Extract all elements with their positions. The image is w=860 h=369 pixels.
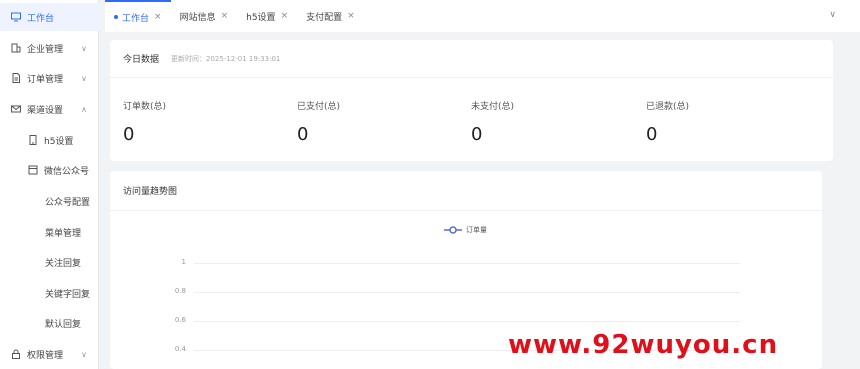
sidebar-item-default-reply[interactable]: 默认回复 xyxy=(0,309,99,337)
tab-h5-settings[interactable]: h5设置 × xyxy=(237,0,297,32)
sidebar-item-label: 关键字回复 xyxy=(45,289,91,300)
close-icon[interactable]: × xyxy=(154,12,162,22)
sidebar-item-label: 工作台 xyxy=(27,13,55,24)
sidebar-item-permission[interactable]: 权限管理 ∨ xyxy=(0,340,99,368)
stat-value-unpaid: 0 xyxy=(471,124,483,145)
sidebar-item-channel[interactable]: 渠道设置 ∧ xyxy=(0,95,99,123)
sidebar-item-label: 默认回复 xyxy=(45,319,82,330)
tab-label: 支付配置 xyxy=(306,12,343,23)
chevron-down-icon: ∨ xyxy=(81,43,87,53)
legend-label: 订单量 xyxy=(466,226,487,234)
gridline xyxy=(194,263,740,264)
tab-label: h5设置 xyxy=(246,12,276,23)
gridline xyxy=(194,321,740,322)
sidebar-item-label: 权限管理 xyxy=(27,350,64,361)
sidebar-item-menu-manage[interactable]: 菜单管理 xyxy=(0,218,99,246)
stat-label-paid: 已支付(总) xyxy=(297,102,341,112)
tab-payment-config[interactable]: 支付配置 × xyxy=(297,0,364,32)
stat-value-refunded: 0 xyxy=(646,124,658,145)
gridline xyxy=(194,292,740,293)
card-title: 今日数据 xyxy=(123,55,160,65)
sidebar-item-wechat[interactable]: 微信公众号 xyxy=(0,156,99,184)
y-tick-label: 0.6 xyxy=(174,316,186,324)
stat-label-refunded: 已退款(总) xyxy=(646,102,690,112)
y-tick-label: 1 xyxy=(181,258,186,266)
stat-value-orders: 0 xyxy=(123,124,135,145)
document-icon xyxy=(11,73,21,83)
mail-icon xyxy=(11,104,21,114)
window-icon xyxy=(28,165,38,175)
building-icon xyxy=(11,43,21,53)
sidebar-item-orders[interactable]: 订单管理 ∨ xyxy=(0,64,99,92)
close-icon[interactable]: × xyxy=(347,11,355,21)
close-icon[interactable]: × xyxy=(221,11,229,21)
sidebar-item-follow-reply[interactable]: 关注回复 xyxy=(0,248,99,276)
watermark: www.92wuyou.cn xyxy=(508,330,779,360)
sidebar-item-label: 渠道设置 xyxy=(27,105,64,116)
sidebar-item-workbench[interactable]: 工作台 xyxy=(0,3,99,31)
y-tick-label: 0.8 xyxy=(174,287,186,295)
chevron-down-icon[interactable]: ∨ xyxy=(829,10,836,20)
sidebar-item-label: 公众号配置 xyxy=(45,197,91,208)
sidebar-item-enterprise[interactable]: 企业管理 ∨ xyxy=(0,34,99,62)
sidebar-item-label: h5设置 xyxy=(44,136,74,147)
chevron-down-icon: ∨ xyxy=(81,73,87,83)
stat-label-unpaid: 未支付(总) xyxy=(471,102,515,112)
card-header: 今日数据 更新时间：2025-12-01 19:33:01 xyxy=(110,40,833,78)
tab-label: 网站信息 xyxy=(179,12,216,23)
active-dot-icon xyxy=(114,15,118,19)
chevron-down-icon: ∨ xyxy=(81,349,87,359)
card-header: 访问量趋势图 xyxy=(110,171,822,211)
chevron-up-icon: ∧ xyxy=(81,104,87,114)
lock-icon xyxy=(11,349,21,359)
tab-site-info[interactable]: 网站信息 × xyxy=(171,0,238,32)
stat-value-paid: 0 xyxy=(297,124,309,145)
sidebar-item-official-config[interactable]: 公众号配置 xyxy=(0,187,99,215)
sidebar-item-h5[interactable]: h5设置 xyxy=(0,126,99,154)
tab-workbench[interactable]: 工作台 × xyxy=(105,0,171,32)
update-time: 更新时间：2025-12-01 19:33:01 xyxy=(171,54,281,63)
sidebar: 工作台 企业管理 ∨ 订单管理 ∨ 渠道设置 ∧ h5设置 微信公众号 公众号配… xyxy=(0,0,99,369)
sidebar-item-label: 菜单管理 xyxy=(45,228,82,239)
today-data-card: 今日数据 更新时间：2025-12-01 19:33:01 订单数(总) 0 已… xyxy=(110,40,833,161)
y-tick-label: 0.4 xyxy=(174,345,186,353)
chart-legend[interactable]: 订单量 xyxy=(444,225,487,235)
monitor-icon xyxy=(11,12,21,22)
phone-icon xyxy=(28,135,38,145)
sidebar-item-keyword-reply[interactable]: 关键字回复 xyxy=(0,279,99,307)
stat-label-orders: 订单数(总) xyxy=(123,102,167,112)
tab-label: 工作台 xyxy=(122,13,150,24)
sidebar-item-label: 关注回复 xyxy=(45,258,82,269)
legend-line-circle-icon xyxy=(444,226,462,234)
tab-bar: 工作台 × 网站信息 × h5设置 × 支付配置 × ∨ xyxy=(105,0,860,32)
sidebar-item-label: 订单管理 xyxy=(27,74,64,85)
close-icon[interactable]: × xyxy=(281,11,289,21)
sidebar-item-label: 企业管理 xyxy=(27,44,64,55)
chart-title: 访问量趋势图 xyxy=(123,187,178,197)
sidebar-item-label: 微信公众号 xyxy=(44,166,90,177)
